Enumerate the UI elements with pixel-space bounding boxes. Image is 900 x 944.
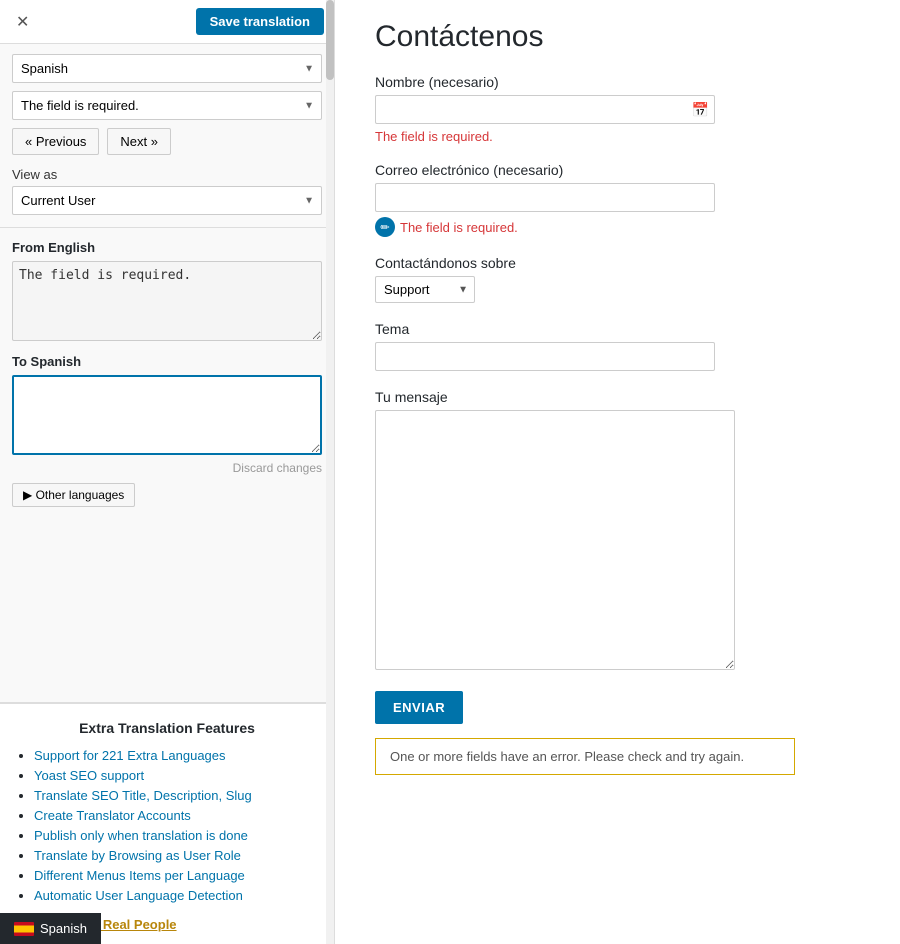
right-panel: Contáctenos Nombre (necesario) 📅 The fie… [335, 0, 900, 944]
nombre-error-text: The field is required. [375, 129, 493, 144]
header-bar: ✕ Save translation [0, 0, 334, 44]
feature-5: Publish only when translation is done [34, 828, 320, 843]
feature-7-link[interactable]: Different Menus Items per Language [34, 868, 245, 883]
feature-2-link[interactable]: Yoast SEO support [34, 768, 144, 783]
mensaje-textarea[interactable] [375, 410, 735, 670]
view-as-select-wrapper: Current User Administrator Editor ▼ [12, 186, 322, 215]
extra-features-section: Extra Translation Features Support for 2… [0, 703, 334, 944]
feature-3: Translate SEO Title, Description, Slug [34, 788, 320, 803]
nombre-error: The field is required. [375, 129, 870, 144]
tema-input[interactable] [375, 342, 715, 371]
nombre-field-group: Nombre (necesario) 📅 The field is requir… [375, 74, 870, 144]
nav-buttons: « Previous Next » [12, 128, 322, 155]
feature-2: Yoast SEO support [34, 768, 320, 783]
left-panel: ✕ Save translation Spanish French German… [0, 0, 335, 944]
language-select-wrapper: Spanish French German ▼ [12, 54, 322, 83]
feature-6: Translate by Browsing as User Role [34, 848, 320, 863]
bottom-language-label: Spanish [40, 921, 87, 936]
correo-label: Correo electrónico (necesario) [375, 162, 870, 178]
feature-1-link[interactable]: Support for 221 Extra Languages [34, 748, 226, 763]
correo-error-text: The field is required. [400, 220, 518, 235]
feature-3-link[interactable]: Translate SEO Title, Description, Slug [34, 788, 252, 803]
next-button[interactable]: Next » [107, 128, 171, 155]
string-select-wrapper: The field is required. Other string ▼ [12, 91, 322, 120]
bottom-language-bar[interactable]: Spanish [0, 913, 101, 944]
panel-content: Spanish French German ▼ The field is req… [0, 44, 334, 702]
correo-field-group: Correo electrónico (necesario) ✏ The fie… [375, 162, 870, 237]
calendar-icon: 📅 [692, 101, 709, 118]
nombre-input[interactable] [375, 95, 715, 124]
extra-features-title: Extra Translation Features [14, 720, 320, 736]
page-title: Contáctenos [375, 20, 870, 54]
nombre-label: Nombre (necesario) [375, 74, 870, 90]
view-as-label: View as [12, 167, 322, 182]
close-button[interactable]: ✕ [10, 10, 35, 34]
contact-about-label: Contactándonos sobre [375, 255, 870, 271]
feature-4-link[interactable]: Create Translator Accounts [34, 808, 191, 823]
feature-6-link[interactable]: Translate by Browsing as User Role [34, 848, 241, 863]
spanish-flag-icon [14, 922, 34, 936]
correo-input[interactable] [375, 183, 715, 212]
mensaje-field-group: Tu mensaje [375, 389, 870, 673]
feature-8: Automatic User Language Detection [34, 888, 320, 903]
separator-1 [0, 227, 334, 228]
discard-changes-link[interactable]: Discard changes [12, 461, 322, 475]
tema-field-group: Tema [375, 321, 870, 371]
error-pencil-icon: ✏ [375, 217, 395, 237]
contact-about-select-wrapper: Support Sales General ▼ [375, 276, 475, 303]
contact-about-select[interactable]: Support Sales General [375, 276, 475, 303]
view-as-select[interactable]: Current User Administrator Editor [12, 186, 322, 215]
string-select[interactable]: The field is required. Other string [12, 91, 322, 120]
from-english-label: From English [12, 240, 322, 255]
feature-4: Create Translator Accounts [34, 808, 320, 823]
enviar-button[interactable]: ENVIAR [375, 691, 463, 724]
from-english-textarea: The field is required. [12, 261, 322, 341]
error-notice: One or more fields have an error. Please… [375, 738, 795, 775]
tema-label: Tema [375, 321, 870, 337]
save-translation-button[interactable]: Save translation [196, 8, 324, 35]
feature-1: Support for 221 Extra Languages [34, 748, 320, 763]
correo-error: ✏ The field is required. [375, 217, 870, 237]
feature-8-link[interactable]: Automatic User Language Detection [34, 888, 243, 903]
features-list: Support for 221 Extra Languages Yoast SE… [14, 748, 320, 903]
other-languages-button[interactable]: ▶ Other languages [12, 483, 135, 507]
error-notice-text: One or more fields have an error. Please… [390, 749, 744, 764]
previous-button[interactable]: « Previous [12, 128, 99, 155]
feature-5-link[interactable]: Publish only when translation is done [34, 828, 248, 843]
scroll-thumb [326, 0, 334, 80]
mensaje-label: Tu mensaje [375, 389, 870, 405]
to-spanish-label: To Spanish [12, 354, 322, 369]
nombre-input-wrapper: 📅 [375, 95, 715, 124]
scrollbar[interactable] [326, 0, 334, 944]
to-spanish-textarea[interactable] [12, 375, 322, 455]
language-select[interactable]: Spanish French German [12, 54, 322, 83]
contact-about-field-group: Contactándonos sobre Support Sales Gener… [375, 255, 870, 303]
feature-7: Different Menus Items per Language [34, 868, 320, 883]
